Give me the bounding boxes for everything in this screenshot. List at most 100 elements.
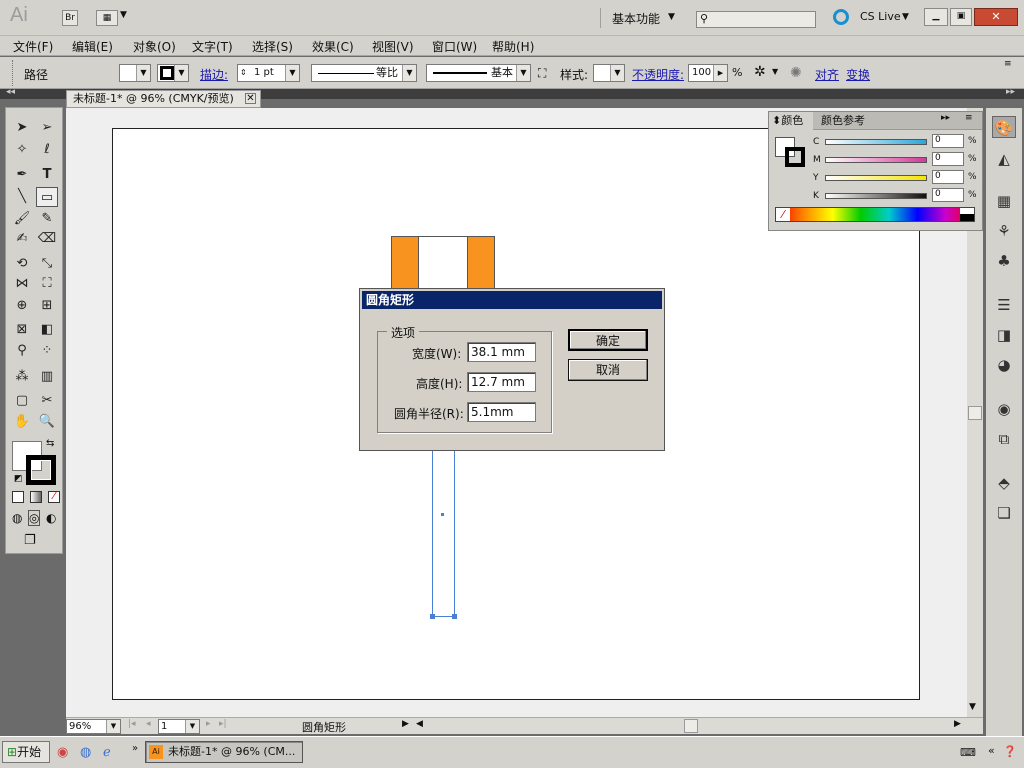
- brush-definition-dropdown[interactable]: 基本 ▼: [426, 64, 531, 82]
- last-artboard-icon[interactable]: ▸|: [219, 719, 227, 729]
- width-tool-icon[interactable]: ⋈: [11, 274, 33, 294]
- magenta-slider[interactable]: [825, 157, 927, 163]
- taskbar-window-button[interactable]: Ai 未标题-1* @ 96% (CM...: [145, 741, 303, 763]
- selected-rounded-rectangle[interactable]: [430, 449, 457, 619]
- chevron-down-icon[interactable]: ▼: [772, 67, 778, 76]
- stroke-panel-link[interactable]: 描边:: [200, 66, 228, 83]
- keyboard-tray-icon[interactable]: ⌨: [960, 746, 976, 759]
- search-input[interactable]: ⚲: [696, 11, 816, 28]
- tab-color[interactable]: ⬍颜色: [769, 112, 813, 130]
- magic-wand-tool-icon[interactable]: ✧: [11, 140, 33, 160]
- menu-window[interactable]: 窗口(W): [432, 38, 477, 55]
- stroke-weight-field[interactable]: ⇕ 1 pt ▼: [237, 64, 300, 82]
- chevron-down-icon[interactable]: ▼: [668, 12, 675, 22]
- cyan-slider[interactable]: [825, 139, 927, 145]
- ok-button[interactable]: 确定: [568, 329, 648, 351]
- height-input[interactable]: 12.7 mm: [467, 372, 536, 392]
- gradient-tool-icon[interactable]: ◧: [36, 320, 58, 340]
- document-tab[interactable]: 未标题-1* @ 96% (CMYK/预览) ✕: [66, 90, 261, 108]
- artboard-number-dropdown[interactable]: 1 ▼: [158, 719, 200, 734]
- gradient-mode-icon[interactable]: [30, 491, 42, 503]
- graphic-styles-panel-icon[interactable]: ⧉: [992, 428, 1016, 450]
- scroll-left-icon[interactable]: ◀: [416, 719, 423, 729]
- close-button[interactable]: ✕: [974, 8, 1018, 26]
- perspective-grid-tool-icon[interactable]: ⊞: [36, 296, 58, 316]
- paintbrush-tool-icon[interactable]: 🖌: [11, 209, 33, 229]
- first-artboard-icon[interactable]: |◂: [128, 719, 136, 729]
- zoom-tool-icon[interactable]: 🔍: [36, 412, 58, 432]
- menu-edit[interactable]: 编辑(E): [72, 38, 113, 55]
- recolor-artwork-icon[interactable]: ✲: [754, 64, 766, 80]
- next-artboard-icon[interactable]: ▸: [206, 719, 211, 729]
- selection-tool-icon[interactable]: ➤: [11, 118, 33, 138]
- panel-menu-icon[interactable]: ≡: [965, 113, 973, 123]
- overflow-icon[interactable]: »: [132, 743, 138, 754]
- cancel-button[interactable]: 取消: [568, 359, 648, 381]
- start-button[interactable]: ⊞开始: [2, 741, 50, 763]
- close-document-icon[interactable]: ✕: [245, 93, 256, 104]
- anchor-point[interactable]: [430, 614, 435, 619]
- cyan-value-field[interactable]: 0: [932, 134, 964, 148]
- status-menu-icon[interactable]: ▶: [402, 719, 409, 729]
- restore-button[interactable]: ▣: [950, 8, 972, 26]
- internet-explorer-icon[interactable]: ℯ: [103, 745, 111, 760]
- zoom-level-dropdown[interactable]: 96% ▼: [66, 719, 121, 734]
- hand-tool-icon[interactable]: ✋: [11, 412, 33, 432]
- orange-rectangle[interactable]: [391, 236, 495, 289]
- rounded-rectangle-tool-icon[interactable]: ▭: [36, 187, 58, 207]
- pencil-tool-icon[interactable]: ✎: [36, 209, 58, 229]
- black-color-chip[interactable]: [960, 214, 974, 221]
- draw-normal-icon[interactable]: ◍: [12, 511, 22, 525]
- arrange-documents-button[interactable]: ▦: [96, 10, 118, 26]
- color-guide-icon[interactable]: ◭: [992, 148, 1016, 170]
- gradient-panel-icon[interactable]: ◨: [992, 324, 1016, 346]
- chevron-down-icon[interactable]: ▼: [902, 12, 909, 22]
- swatches-panel-icon[interactable]: ▦: [992, 190, 1016, 212]
- collapse-panel-icon[interactable]: ▸▸: [941, 113, 950, 123]
- tab-color-guide[interactable]: 颜色参考: [821, 112, 865, 130]
- browser-icon[interactable]: ◉: [57, 745, 68, 760]
- align-panel-link[interactable]: 对齐: [815, 66, 839, 83]
- opacity-field[interactable]: 100 ▶: [688, 64, 728, 82]
- stroke-panel-icon[interactable]: ☰: [992, 294, 1016, 316]
- white-inner-rectangle[interactable]: [418, 237, 468, 288]
- draw-inside-icon[interactable]: ◐: [46, 511, 56, 525]
- line-tool-icon[interactable]: ╲: [11, 187, 33, 207]
- default-fill-stroke-icon[interactable]: ◩: [14, 474, 23, 484]
- blend-tool-icon[interactable]: ⁘: [36, 341, 58, 361]
- slice-tool-icon[interactable]: ✂: [36, 391, 58, 411]
- color-spectrum-bar[interactable]: ⁄: [775, 207, 975, 222]
- menu-type[interactable]: 文字(T): [192, 38, 233, 55]
- scroll-down-icon[interactable]: ▼: [969, 702, 976, 712]
- workspace-switcher[interactable]: 基本功能: [612, 10, 660, 27]
- fill-swatch-dropdown[interactable]: ▼: [119, 64, 151, 82]
- control-panel-menu-icon[interactable]: ≡: [1004, 59, 1012, 69]
- scroll-right-icon[interactable]: ▶: [954, 719, 961, 729]
- stroke-color-swatch[interactable]: [26, 455, 56, 485]
- transform-panel-link[interactable]: 变换: [846, 66, 870, 83]
- none-color-icon[interactable]: ⁄: [776, 208, 790, 221]
- brushes-panel-icon[interactable]: ⚘: [992, 220, 1016, 242]
- chevron-down-icon[interactable]: ▼: [120, 10, 127, 20]
- document-setup-icon[interactable]: ✺: [790, 65, 802, 81]
- stroke-swatch-dropdown[interactable]: ▼: [157, 64, 189, 82]
- transparency-panel-link[interactable]: 不透明度:: [632, 66, 684, 83]
- pen-tool-icon[interactable]: ✒: [11, 165, 33, 185]
- menu-help[interactable]: 帮助(H): [492, 38, 534, 55]
- screen-mode-icon[interactable]: ❐: [24, 533, 36, 548]
- lasso-tool-icon[interactable]: ℓ: [36, 140, 58, 160]
- direct-selection-tool-icon[interactable]: ➢: [36, 118, 58, 138]
- symbols-panel-icon[interactable]: ♣: [992, 250, 1016, 272]
- rotate-tool-icon[interactable]: ⟲: [11, 254, 33, 274]
- bridge-button[interactable]: Br: [62, 10, 78, 26]
- quick-launch-icon[interactable]: ◍: [80, 745, 91, 760]
- layers-panel-icon[interactable]: ⬘: [992, 472, 1016, 494]
- none-mode-icon[interactable]: ⁄: [48, 491, 60, 503]
- graphic-style-dropdown[interactable]: ▼: [593, 64, 625, 82]
- shape-builder-tool-icon[interactable]: ⊕: [11, 296, 33, 316]
- spinner-icon[interactable]: ⇕: [240, 65, 247, 81]
- corner-radius-input[interactable]: 5.1mm: [467, 402, 536, 422]
- collapse-arrows-icon[interactable]: ◂◂: [6, 87, 15, 97]
- menu-view[interactable]: 视图(V): [372, 38, 414, 55]
- menu-select[interactable]: 选择(S): [252, 38, 293, 55]
